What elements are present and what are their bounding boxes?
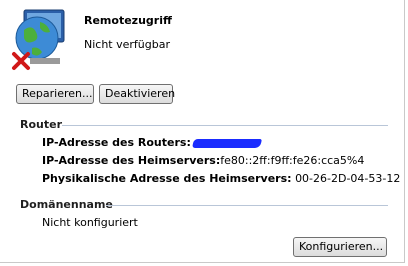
router-ip-label: IP-Adresse des Routers: <box>42 136 191 149</box>
repair-button[interactable]: Reparieren... <box>16 84 94 104</box>
home-server-ip-label: IP-Adresse des Heimservers: <box>42 154 221 167</box>
domain-section-heading: Domänenname <box>20 198 113 211</box>
router-section-heading: Router <box>20 118 63 131</box>
router-ip-row: IP-Adresse des Routers: <box>42 136 262 149</box>
domain-value: Nicht konfiguriert <box>42 216 138 229</box>
mac-address-value: 00-26-2D-04-53-12 <box>295 172 401 185</box>
network-computer-error-icon <box>12 9 65 70</box>
configure-button[interactable]: Konfigurieren... <box>293 237 387 257</box>
home-server-ip-row: IP-Adresse des Heimservers:fe80::2ff:f9f… <box>42 154 364 167</box>
mac-address-row: Physikalische Adresse des Heimservers: 0… <box>42 172 400 185</box>
deactivate-button[interactable]: Deaktivieren <box>99 84 175 104</box>
home-server-ip-value: fe80::2ff:f9ff:fe26:cca5%4 <box>220 154 365 167</box>
mac-address-label: Physikalische Adresse des Heimservers: <box>42 172 292 185</box>
router-separator <box>62 125 388 126</box>
domain-separator <box>106 205 388 206</box>
feature-status: Nicht verfügbar <box>84 38 170 51</box>
redacted-router-ip <box>191 138 262 148</box>
feature-title: Remotezugriff <box>84 14 172 27</box>
